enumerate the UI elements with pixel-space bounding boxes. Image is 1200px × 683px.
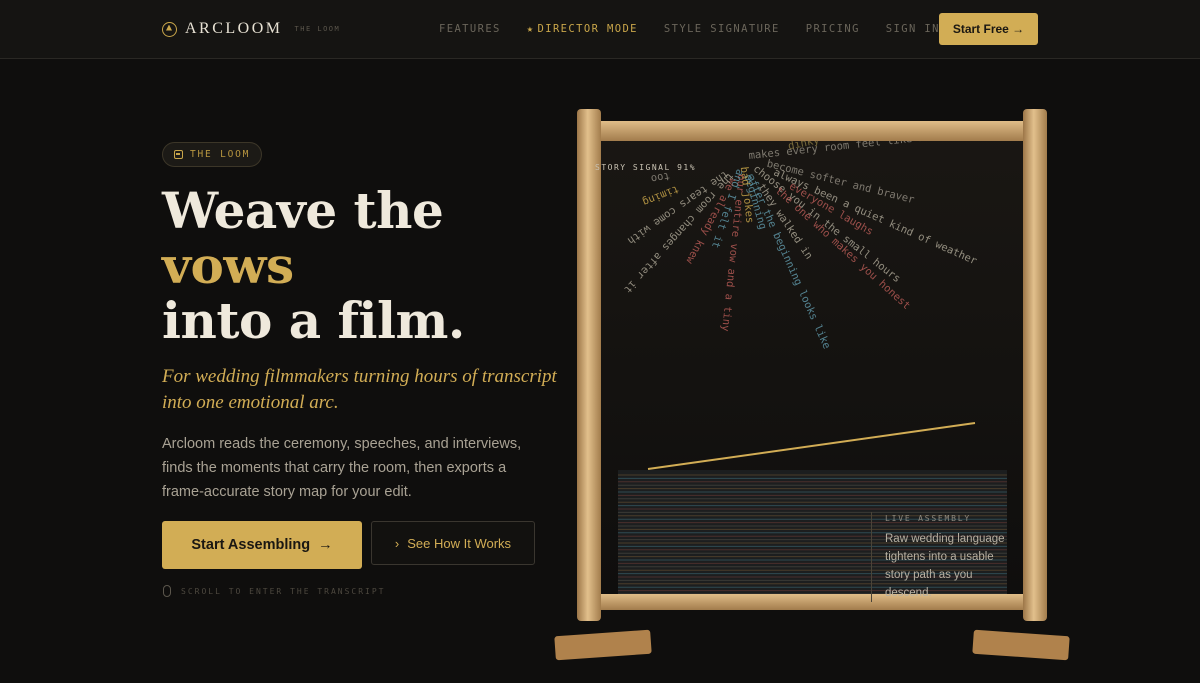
button-label: Start Assembling	[191, 537, 311, 553]
hero-body: Arcloom reads the ceremony, speeches, an…	[162, 436, 522, 500]
nav-link-director-mode[interactable]: ★ DIRECTOR MODE	[527, 23, 638, 35]
film-icon	[174, 150, 183, 159]
star-icon: ★	[526, 23, 535, 35]
scroll-hint: SCROLL TO ENTER THE TRANSCRIPT	[163, 585, 386, 597]
brand-logo[interactable]: ARCLOOM THE LOOM	[162, 20, 340, 38]
see-how-it-works-button[interactable]: › See How It Works	[371, 521, 535, 565]
start-assembling-button[interactable]: Start Assembling →	[162, 521, 362, 569]
button-label: See How It Works	[407, 535, 512, 551]
nav-link-pricing[interactable]: PRICING	[806, 23, 860, 35]
loom-top-beam	[598, 121, 1028, 141]
nav-link-label: DIRECTOR MODE	[537, 23, 638, 35]
live-assembly-caption: LIVE ASSEMBLY Raw wedding language tight…	[871, 512, 1021, 602]
nav-link-sign-in[interactable]: SIGN IN	[886, 23, 940, 35]
loom-logo-icon	[162, 21, 177, 37]
loom-left-post	[577, 109, 601, 621]
brand-name: ARCLOOM	[185, 20, 283, 37]
arrow-right-icon: →	[318, 537, 333, 553]
headline-line-1: Weave the	[162, 181, 444, 240]
caption-text: Raw wedding language tightens into a usa…	[885, 533, 1005, 599]
nav-link-features[interactable]: FEATURES	[439, 23, 501, 35]
chevron-right-icon: ›	[394, 535, 400, 551]
loom-right-foot	[972, 629, 1070, 661]
loom-right-post	[1023, 109, 1047, 621]
hero-subhead: For wedding filmmakers turning hours of …	[162, 366, 557, 413]
headline-line-3: into a film.	[162, 291, 465, 350]
scroll-hint-text: SCROLL TO ENTER THE TRANSCRIPT	[181, 586, 386, 596]
hero-headline: Weave the vows into a film.	[162, 183, 465, 348]
mouse-icon	[163, 585, 171, 597]
loom-left-foot	[554, 629, 652, 661]
story-signal-label: STORY SIGNAL 91%	[595, 163, 696, 172]
badge-label: THE LOOM	[190, 149, 251, 160]
brand-tagline: THE LOOM	[294, 25, 341, 33]
hero-badge: THE LOOM	[162, 142, 263, 167]
start-free-button[interactable]: Start Free →	[939, 13, 1038, 45]
caption-label: LIVE ASSEMBLY	[885, 514, 972, 523]
top-nav: ARCLOOM THE LOOM FEATURES ★ DIRECTOR MODE…	[0, 0, 1200, 59]
headline-accent: vows	[162, 236, 294, 295]
nav-link-style-signature[interactable]: STYLE SIGNATURE	[664, 23, 780, 35]
nav-links: FEATURES ★ DIRECTOR MODE STYLE SIGNATURE …	[439, 23, 940, 35]
